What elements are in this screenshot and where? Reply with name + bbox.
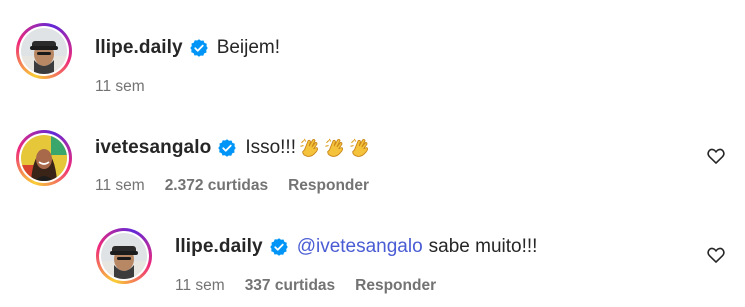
- avatar[interactable]: [16, 23, 72, 79]
- reply-button[interactable]: Responder: [288, 177, 369, 195]
- like-heart-icon[interactable]: [706, 146, 726, 166]
- verified-badge-icon: [189, 39, 208, 57]
- comment-text: sabe muito!!!: [428, 236, 538, 257]
- comment-header: llipe.daily Beijem!: [95, 37, 280, 59]
- verified-badge-icon: [218, 139, 237, 157]
- avatar[interactable]: [96, 228, 152, 284]
- verified-badge-icon: [269, 238, 288, 256]
- avatar-image: [101, 233, 147, 279]
- timestamp[interactable]: 11 sem: [175, 277, 225, 295]
- username[interactable]: ivetesangalo: [95, 137, 211, 159]
- mention-link[interactable]: @ivetesangalo: [297, 236, 423, 258]
- clapping-hands-icon: [300, 138, 319, 157]
- timestamp[interactable]: 11 sem: [95, 177, 145, 195]
- avatar-image: [21, 28, 67, 74]
- comment-meta: 11 sem: [95, 78, 145, 96]
- comment-header: ivetesangalo Isso!!!: [95, 137, 371, 159]
- avatar[interactable]: [16, 130, 72, 186]
- reply-button[interactable]: Responder: [355, 277, 436, 295]
- comment-text: Beijem!: [216, 37, 281, 58]
- comment-text: Isso!!!: [245, 137, 296, 158]
- username[interactable]: llipe.daily: [95, 37, 183, 59]
- comment-meta: 11 sem 2.372 curtidas Responder: [95, 177, 369, 195]
- comment-meta: 11 sem 337 curtidas Responder: [175, 277, 436, 295]
- comment-header: llipe.daily @ivetesangalo sabe muito!!!: [175, 236, 537, 258]
- timestamp[interactable]: 11 sem: [95, 78, 145, 96]
- likes-count[interactable]: 337 curtidas: [245, 277, 335, 295]
- avatar-image: [21, 135, 67, 181]
- clapping-hands-icon: [325, 138, 344, 157]
- username[interactable]: llipe.daily: [175, 236, 263, 258]
- like-heart-icon[interactable]: [706, 245, 726, 265]
- likes-count[interactable]: 2.372 curtidas: [165, 177, 268, 195]
- clapping-hands-icon: [350, 138, 369, 157]
